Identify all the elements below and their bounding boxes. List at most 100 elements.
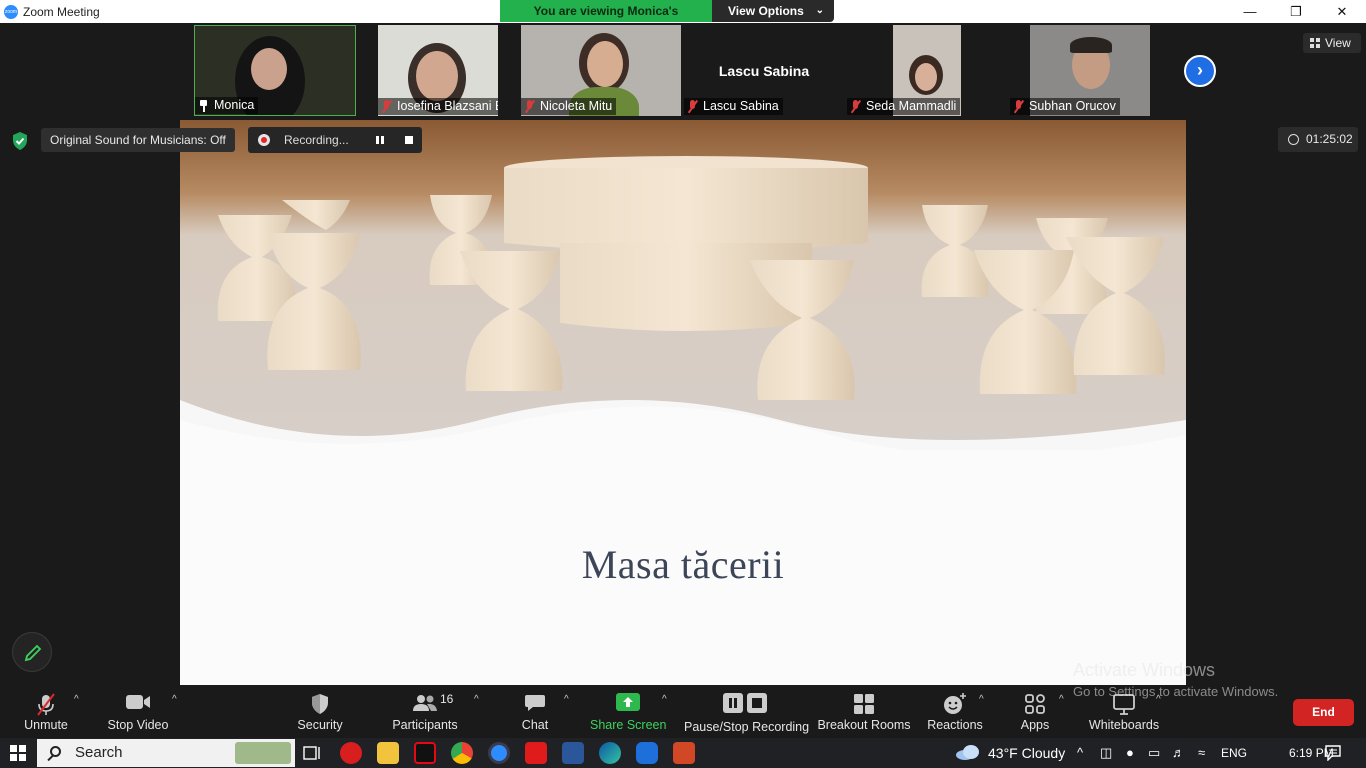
breakout-rooms-icon xyxy=(854,694,874,714)
next-page-button[interactable]: › xyxy=(1184,55,1216,87)
show-hidden-icons-caret[interactable]: ^ xyxy=(1077,738,1083,768)
shield-icon xyxy=(312,694,328,714)
notification-center-icon[interactable] xyxy=(1325,745,1341,761)
restore-button[interactable]: ❐ xyxy=(1273,0,1319,23)
mic-muted-icon xyxy=(525,100,535,113)
close-button[interactable]: ✕ xyxy=(1319,0,1365,23)
weather-label[interactable]: 43°F Cloudy xyxy=(988,738,1065,768)
video-tile-seda[interactable]: Seda Mammadli xyxy=(847,25,1007,116)
windows-start-icon[interactable] xyxy=(10,745,26,761)
participant-name: Monica xyxy=(195,97,259,114)
reactions-button[interactable]: Reactions xyxy=(924,685,986,738)
netflix-app-icon[interactable] xyxy=(414,742,436,764)
microphone-icon[interactable]: ● xyxy=(1126,738,1134,768)
chat-options-caret[interactable]: ^ xyxy=(564,694,569,705)
original-sound-button[interactable]: Original Sound for Musicians: Off xyxy=(41,128,235,152)
participant-name: Seda Mammadli xyxy=(847,98,961,115)
participant-display-name: Lascu Sabina xyxy=(718,63,810,79)
acrobat-app-icon[interactable] xyxy=(525,742,547,764)
pause-recording-button[interactable] xyxy=(376,136,384,144)
meeting-timer: 01:25:02 xyxy=(1278,127,1358,152)
participants-options-caret[interactable]: ^ xyxy=(474,694,479,705)
powerpoint-app-icon[interactable] xyxy=(673,742,695,764)
mic-muted-icon xyxy=(37,693,55,716)
network-device-icon[interactable]: ◫ xyxy=(1100,738,1112,768)
shield-check-icon[interactable] xyxy=(10,131,30,151)
audio-options-caret[interactable]: ^ xyxy=(74,694,79,705)
video-tile-iosefina[interactable]: Iosefina Blazsani Batto xyxy=(378,25,498,116)
search-highlight-image xyxy=(235,742,291,764)
video-tile-subhan[interactable]: Subhan Orucov xyxy=(1010,25,1170,116)
viewing-label: You are viewing Monica's screen xyxy=(500,0,712,40)
screen-share-banner: You are viewing Monica's screen View Opt… xyxy=(500,0,834,40)
chat-bubble-icon xyxy=(525,695,545,711)
smiley-icon xyxy=(944,693,966,714)
pause-stop-icon xyxy=(723,693,767,713)
recording-indicator: Recording... xyxy=(248,127,422,153)
stop-video-button[interactable]: Stop Video xyxy=(104,685,172,738)
view-options-label: View Options xyxy=(728,4,804,18)
chrome-app-icon[interactable] xyxy=(451,742,473,764)
end-meeting-button[interactable]: End xyxy=(1293,699,1354,726)
battery-icon[interactable]: ▭ xyxy=(1148,738,1160,768)
mic-muted-icon xyxy=(851,100,861,113)
stop-recording-button[interactable] xyxy=(405,136,413,144)
share-screen-button[interactable]: Share Screen xyxy=(590,685,666,738)
minimize-button[interactable]: — xyxy=(1227,0,1273,23)
apps-options-caret[interactable]: ^ xyxy=(1059,694,1064,705)
windows-taskbar: Search 43°F Cloudy ^ ◫ ● ▭ ♬ ≈ ENG 6:19 … xyxy=(0,738,1366,768)
record-icon xyxy=(258,134,270,146)
language-indicator[interactable]: ENG xyxy=(1221,738,1247,768)
webex-app-icon[interactable] xyxy=(636,742,658,764)
chat-button[interactable]: Chat xyxy=(510,685,560,738)
file-explorer-icon[interactable] xyxy=(377,742,399,764)
pencil-icon xyxy=(24,644,42,662)
video-tile-lascu[interactable]: Lascu Sabina Lascu Sabina xyxy=(684,25,844,116)
recording-label: Recording... xyxy=(284,133,349,147)
zoom-app-icon[interactable] xyxy=(488,742,510,764)
search-icon xyxy=(50,746,61,757)
video-tile-monica[interactable]: Monica xyxy=(194,25,356,116)
share-options-caret[interactable]: ^ xyxy=(662,694,667,705)
pin-icon xyxy=(199,99,208,112)
security-button[interactable]: Security xyxy=(292,685,348,738)
pause-stop-recording-button[interactable]: Pause/Stop Recording xyxy=(684,685,809,738)
view-options-button[interactable]: View Options ⌄ xyxy=(712,0,834,22)
annotate-button[interactable] xyxy=(12,632,52,672)
participant-name: Subhan Orucov xyxy=(1010,98,1120,115)
slide-photo xyxy=(180,120,1186,685)
timer-value: 01:25:02 xyxy=(1306,132,1353,146)
speaker-icon[interactable]: ♬ xyxy=(1172,738,1185,768)
wifi-icon[interactable]: ≈ xyxy=(1198,738,1205,768)
word-app-icon[interactable] xyxy=(562,742,584,764)
mic-muted-icon xyxy=(688,100,698,113)
taskbar-search-box[interactable]: Search xyxy=(37,739,295,767)
clock-icon xyxy=(1288,134,1299,145)
mic-muted-icon xyxy=(382,100,392,113)
participants-count: 16 xyxy=(440,692,454,706)
task-view-icon[interactable] xyxy=(303,745,321,761)
video-camera-icon xyxy=(126,695,150,709)
share-screen-icon xyxy=(616,693,640,711)
edge-app-icon[interactable] xyxy=(599,742,621,764)
chevron-down-icon: ⌄ xyxy=(815,5,824,16)
mic-muted-icon xyxy=(1014,100,1024,113)
grid-icon xyxy=(1310,38,1320,48)
view-button[interactable]: View xyxy=(1303,33,1361,53)
breakout-rooms-button[interactable]: Breakout Rooms xyxy=(816,685,912,738)
video-options-caret[interactable]: ^ xyxy=(172,694,177,705)
slide-title: Masa tăcerii xyxy=(581,542,785,587)
apps-icon xyxy=(1025,694,1045,714)
apps-button[interactable]: Apps xyxy=(1010,685,1060,738)
activate-windows-watermark: Activate Windows Go to Settings to activ… xyxy=(1073,660,1279,699)
participant-name: Nicoleta Mitu xyxy=(521,98,617,115)
reactions-options-caret[interactable]: ^ xyxy=(979,694,984,705)
opera-app-icon[interactable] xyxy=(340,742,362,764)
cloudy-weather-icon xyxy=(956,745,979,760)
participant-strip: Monica Iosefina Blazsani Batto Nicoleta … xyxy=(0,23,1366,118)
view-label: View xyxy=(1325,36,1351,50)
zoom-logo-icon: zoom xyxy=(4,4,18,19)
video-tile-nicoleta[interactable]: Nicoleta Mitu xyxy=(521,25,681,116)
participant-name: Lascu Sabina xyxy=(684,98,783,115)
unmute-button[interactable]: Unmute xyxy=(16,685,76,738)
